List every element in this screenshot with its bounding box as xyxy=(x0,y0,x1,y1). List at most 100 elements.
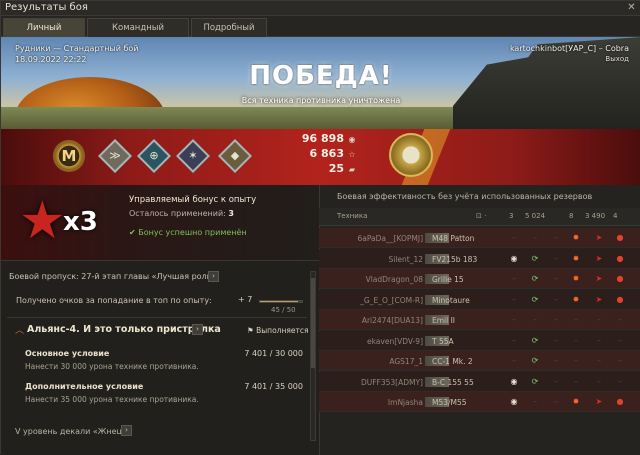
player-sub: Выход xyxy=(605,55,629,63)
empty-icon: – xyxy=(574,335,578,345)
battle-pass-label: Боевой пропуск: 27-й этап главы «Лучшая … xyxy=(9,272,217,281)
column-filter-icon[interactable]: ⊡ · xyxy=(476,212,486,220)
top-xp-progress xyxy=(259,300,303,303)
empty-icon: – xyxy=(554,356,558,365)
efficiency-heading: Боевая эффективность без учёта использов… xyxy=(337,192,593,201)
chevron-up-icon[interactable]: ︿ xyxy=(15,323,24,336)
empty-icon: – xyxy=(554,274,558,283)
spot-icon[interactable]: ◉ xyxy=(507,397,521,406)
empty-icon: – xyxy=(554,233,558,242)
player-name: VladDragon_08 xyxy=(365,275,423,284)
star-icon: ☆ xyxy=(348,150,356,159)
player-name: 6aPaDa__[KOPMJ] xyxy=(357,234,424,243)
empty-icon: – xyxy=(554,294,558,304)
player-name: DUFF353[ADMY] xyxy=(360,377,423,387)
extra-condition-label: Дополнительное условие xyxy=(25,382,144,391)
top-xp-plus: + 7 xyxy=(238,295,253,304)
bonus-remaining: Осталось применений: 3 xyxy=(129,209,234,218)
crit-icon[interactable]: ✸ xyxy=(569,233,583,242)
asst-icon[interactable]: ⟳ xyxy=(528,295,542,304)
empty-icon: – xyxy=(533,315,537,324)
tank-name: Minotaure xyxy=(432,295,470,305)
reward-stats: 96 898 ◉ 6 863 ☆ 25 ▰ xyxy=(287,132,357,177)
left-scrollbar[interactable] xyxy=(310,271,316,441)
quest-details-button[interactable]: › xyxy=(192,324,203,335)
map-mode-label: Рудники — Стандартный бой xyxy=(15,44,139,53)
bonus-multiplier: x3 xyxy=(63,207,98,237)
asst-icon[interactable]: ⟳ xyxy=(528,377,542,386)
empty-icon: – xyxy=(512,315,516,324)
decal-level-label: V уровень декали «Жнец» xyxy=(15,427,127,436)
credits-value: 96 898 xyxy=(301,132,344,145)
column-value-3: 8 xyxy=(569,212,574,220)
player-name: ekaven[VDV-9] xyxy=(366,336,423,346)
player-name: kartochkinbot[УАР_С] – Cobra xyxy=(509,44,629,53)
empty-icon: – xyxy=(618,356,622,365)
empty-icon: – xyxy=(533,233,537,242)
close-icon[interactable]: ✕ xyxy=(625,2,638,14)
scroll-thumb[interactable] xyxy=(311,278,315,368)
bonus-applied-status: ✔ Бонус успешно применён xyxy=(129,228,247,237)
tab-detailed-report[interactable]: Подробный отчёт xyxy=(191,18,267,51)
dmg-icon[interactable]: ● xyxy=(613,295,627,304)
kill-icon[interactable]: ➤ xyxy=(592,295,606,304)
empty-icon: – xyxy=(512,356,516,365)
empty-icon: – xyxy=(618,335,622,345)
kill-icon[interactable]: ➤ xyxy=(592,233,606,242)
asst-icon[interactable]: ⟳ xyxy=(528,336,542,345)
empty-icon: – xyxy=(574,376,578,386)
player-info: kartochkinbot[УАР_С] – Cobra Выход xyxy=(510,43,629,65)
asst-icon[interactable]: ⟳ xyxy=(528,274,542,283)
dmg-icon[interactable]: ● xyxy=(613,254,627,263)
empty-icon: – xyxy=(597,315,601,324)
asst-icon[interactable]: ⟳ xyxy=(528,356,542,365)
battle-info: Рудники — Стандартный бой 18.09.2022 22:… xyxy=(15,43,139,65)
mastery-badge-icon[interactable]: M xyxy=(53,140,85,172)
window-title: Результаты боя xyxy=(5,2,88,13)
crit-icon[interactable]: ✸ xyxy=(569,254,583,263)
player-name: ImNjasha xyxy=(387,398,423,407)
column-value-5: 4 xyxy=(613,212,618,220)
empty-icon: – xyxy=(554,397,558,406)
top-xp-count: 45 / 50 xyxy=(271,306,296,314)
player-name: Silent_12 xyxy=(388,254,423,264)
battle-result-title: ПОБЕДА! xyxy=(249,61,393,91)
kill-icon[interactable]: ➤ xyxy=(592,397,606,406)
empty-icon: – xyxy=(574,356,578,365)
decal-details-button[interactable]: › xyxy=(121,425,132,436)
asst-icon[interactable]: ⟳ xyxy=(528,254,542,263)
tab-bar: Личный результат Командный результат Под… xyxy=(1,16,640,51)
crit-icon[interactable]: ✸ xyxy=(569,397,583,406)
dmg-icon[interactable]: ● xyxy=(613,233,627,242)
empty-icon: – xyxy=(597,356,601,365)
empty-icon: – xyxy=(512,233,516,242)
crit-icon[interactable]: ✸ xyxy=(569,295,583,304)
tank-name: CC-1 Mk. 2 xyxy=(432,357,473,366)
crit-icon[interactable]: ✸ xyxy=(569,274,583,283)
empty-icon: – xyxy=(512,335,516,345)
tab-team-result[interactable]: Командный результат xyxy=(87,18,189,51)
player-name: Ari2474[DUA13] xyxy=(361,316,423,325)
column-value-2: 5 024 xyxy=(525,212,546,220)
dmg-icon[interactable]: ● xyxy=(613,274,627,283)
empty-icon: – xyxy=(597,335,601,345)
kill-icon[interactable]: ➤ xyxy=(592,254,606,263)
spot-icon[interactable]: ◉ xyxy=(507,254,521,263)
xp-value: 6 863 xyxy=(309,147,344,160)
player-name: _G_E_O_[COM-R] xyxy=(360,295,423,305)
battle-pass-details-button[interactable]: › xyxy=(208,271,219,282)
main-condition-label: Основное условие xyxy=(25,349,110,358)
kill-icon[interactable]: ➤ xyxy=(592,274,606,283)
spot-icon[interactable]: ◉ xyxy=(507,377,521,386)
dmg-icon[interactable]: ● xyxy=(613,397,627,406)
tank-name: Grille 15 xyxy=(432,275,464,284)
tab-personal-result[interactable]: Личный результат xyxy=(3,18,85,51)
tank-name: Emil II xyxy=(432,316,456,325)
column-vehicle: Техника xyxy=(337,212,368,220)
empty-icon: – xyxy=(512,274,516,283)
empty-icon: – xyxy=(554,315,558,324)
tank-name: B-C 155 55 xyxy=(432,377,474,387)
empty-icon: – xyxy=(554,253,558,263)
quest-status: ⚑ Выполняется xyxy=(247,326,309,335)
battle-badge-icon[interactable] xyxy=(389,133,433,177)
